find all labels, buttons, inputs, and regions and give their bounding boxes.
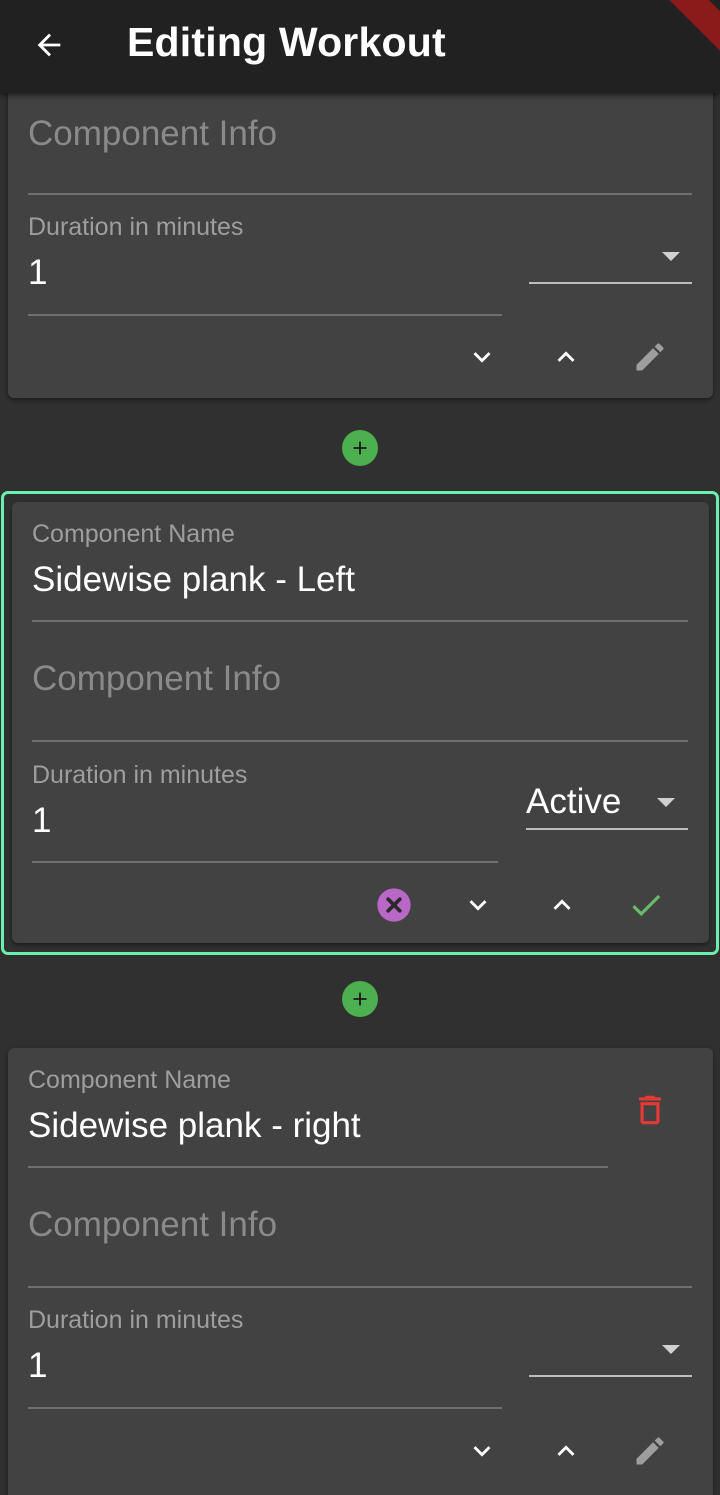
component-info-field[interactable]: Component Info bbox=[32, 657, 688, 743]
add-circle-icon bbox=[353, 441, 367, 455]
move-down-button[interactable] bbox=[452, 879, 504, 931]
field-underline bbox=[28, 1166, 608, 1168]
chevron-down-icon bbox=[473, 1446, 491, 1457]
field-underline bbox=[32, 620, 688, 622]
duration-label: Duration in minutes bbox=[28, 1306, 244, 1334]
add-component-button[interactable] bbox=[342, 430, 378, 466]
component-type-dropdown[interactable] bbox=[529, 240, 692, 284]
duration-value: 1 bbox=[28, 1346, 48, 1385]
component-name-value: Sidewise plank - Left bbox=[32, 560, 355, 599]
component-name-value: Sidewise plank - right bbox=[28, 1106, 361, 1145]
duration-value: 1 bbox=[28, 253, 48, 292]
confirm-edit-button[interactable] bbox=[620, 879, 672, 931]
move-down-button[interactable] bbox=[456, 1425, 508, 1477]
delete-component-button[interactable] bbox=[624, 1084, 676, 1136]
workout-component-card-editing: Component Name Sidewise plank - Left Com… bbox=[12, 502, 709, 943]
dropdown-caret-icon bbox=[662, 252, 680, 261]
chevron-down-icon bbox=[469, 900, 487, 911]
arrow-back-icon bbox=[37, 33, 61, 57]
edit-icon bbox=[636, 1437, 664, 1465]
move-up-button[interactable] bbox=[540, 1425, 592, 1477]
component-info-placeholder: Component Info bbox=[28, 1205, 278, 1244]
app-bar: Editing Workout bbox=[0, 0, 720, 93]
add-circle-icon bbox=[353, 992, 367, 1006]
field-underline bbox=[526, 828, 688, 830]
edit-button[interactable] bbox=[624, 1425, 676, 1477]
chevron-down-icon bbox=[473, 352, 491, 363]
page-title: Editing Workout bbox=[127, 19, 446, 65]
dropdown-caret-icon bbox=[657, 798, 675, 807]
delete-icon bbox=[638, 1095, 662, 1125]
field-underline bbox=[28, 314, 502, 316]
field-underline bbox=[28, 1286, 692, 1288]
component-name-field[interactable]: Component Name Sidewise plank - Left bbox=[32, 520, 688, 623]
duration-value: 1 bbox=[32, 801, 52, 840]
field-underline bbox=[529, 282, 692, 284]
field-underline bbox=[529, 1375, 692, 1377]
duration-label: Duration in minutes bbox=[28, 213, 244, 241]
move-up-button[interactable] bbox=[540, 331, 592, 383]
workout-component-card: Component Info Duration in minutes 1 bbox=[8, 80, 713, 398]
duration-label: Duration in minutes bbox=[32, 761, 248, 789]
component-type-value: Active bbox=[526, 782, 622, 821]
component-info-placeholder: Component Info bbox=[28, 114, 278, 153]
field-underline bbox=[32, 740, 688, 742]
field-underline bbox=[28, 1407, 502, 1409]
add-component-button[interactable] bbox=[342, 981, 378, 1017]
workout-component-card: Component Name Sidewise plank - right Co… bbox=[8, 1048, 713, 1495]
field-underline bbox=[32, 861, 498, 863]
duration-field[interactable]: Duration in minutes 1 bbox=[32, 761, 498, 864]
duration-field[interactable]: Duration in minutes 1 bbox=[28, 213, 502, 317]
component-info-field[interactable]: Component Info bbox=[28, 1203, 692, 1289]
component-info-placeholder: Component Info bbox=[32, 659, 282, 698]
field-underline bbox=[28, 193, 692, 195]
duration-field[interactable]: Duration in minutes 1 bbox=[28, 1306, 502, 1410]
chevron-up-icon bbox=[553, 899, 571, 910]
cancel-icon bbox=[377, 888, 411, 922]
component-name-label: Component Name bbox=[28, 1066, 231, 1094]
component-name-field[interactable]: Component Name Sidewise plank - right bbox=[28, 1066, 608, 1169]
component-type-dropdown[interactable]: Active bbox=[526, 782, 688, 831]
edit-button[interactable] bbox=[624, 331, 676, 383]
move-down-button[interactable] bbox=[456, 331, 508, 383]
edit-icon bbox=[636, 343, 664, 371]
cancel-edit-button[interactable] bbox=[368, 879, 420, 931]
chevron-up-icon bbox=[557, 351, 575, 362]
component-name-label: Component Name bbox=[32, 520, 235, 548]
back-button[interactable] bbox=[28, 24, 70, 66]
chevron-up-icon bbox=[557, 1445, 575, 1456]
move-up-button[interactable] bbox=[536, 879, 588, 931]
check-icon bbox=[632, 894, 661, 917]
component-info-field[interactable]: Component Info bbox=[28, 110, 692, 196]
dropdown-caret-icon bbox=[662, 1345, 680, 1354]
component-type-dropdown[interactable] bbox=[529, 1332, 692, 1378]
